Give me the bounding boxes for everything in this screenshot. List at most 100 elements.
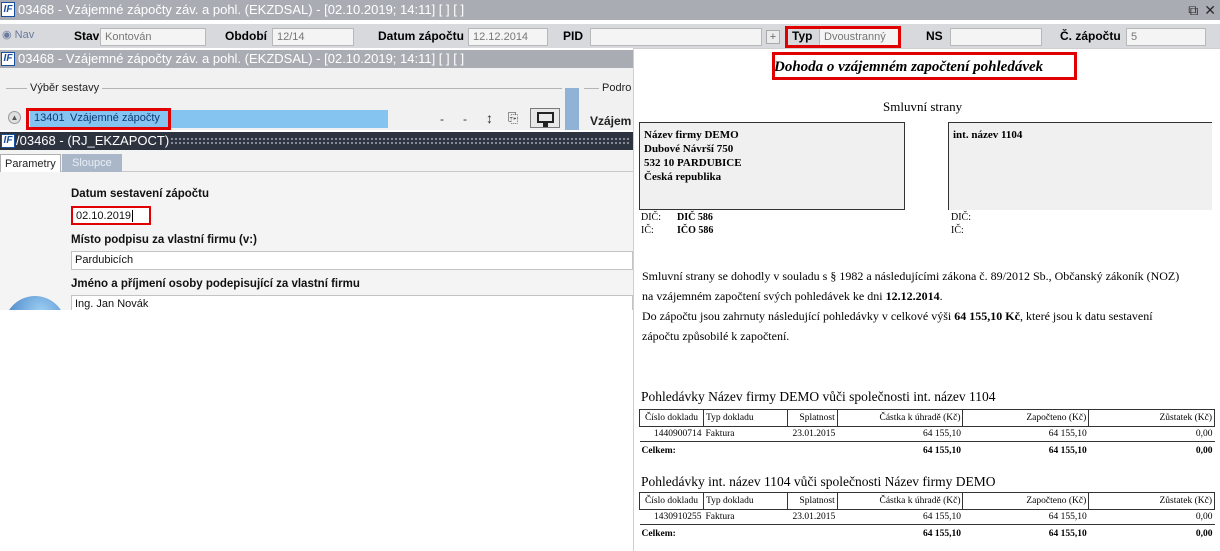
close-icon[interactable]: ✕ (1204, 2, 1216, 18)
date-input[interactable]: 02.10.2019 (71, 206, 151, 225)
report-logo-icon: IF (1, 134, 15, 148)
cell-zapocteno: 64 155,10 (1048, 512, 1087, 522)
report-window-title: /03468 - (RJ_EKZAPOCT) (16, 133, 170, 148)
cell-cislo: 1430910255 (653, 512, 702, 522)
preview-monitor-icon[interactable] (530, 108, 560, 128)
stav-field[interactable]: Kontován (100, 28, 206, 46)
empty-area (0, 310, 633, 551)
place-label: Místo podpisu za vlastní firmu (v:) (71, 234, 257, 246)
inner-window-titlebar: IF 03468 - Vzájemné zápočty záv. a pohl.… (0, 50, 633, 68)
party2-box: int. název 1104 (948, 122, 1212, 210)
party1-dic-value: DIČ 586 (677, 212, 713, 223)
document-preview: Dohoda o vzájemném započtení pohledávek … (633, 48, 1220, 551)
cell-zustatek: 0,00 (1195, 429, 1213, 439)
total-row: Celkem: 64 155,10 64 155,10 0,00 (639, 524, 1215, 543)
paragraph2-text-b: , které jsou k datu sestavení (1019, 309, 1153, 323)
nav-toggle[interactable]: ◉ Nav (2, 28, 34, 41)
cell-typ: Faktura (705, 429, 735, 439)
datum-zapoctu-label: Datum zápočtu (378, 29, 465, 43)
side-strip (565, 88, 579, 130)
collapse-up-icon[interactable]: ▲ (8, 111, 21, 124)
total-offset: 64 155,10 (962, 524, 1089, 543)
col-cislo-dokladu: Číslo dokladu (639, 409, 704, 427)
signer-label: Jméno a příjmení osoby podepisující za v… (71, 278, 360, 290)
agreement-paragraph: Smluvní strany se dohodly v souladu s § … (642, 266, 1212, 346)
paragraph1-line1: Smluvní strany se dohodly v souladu s § … (642, 269, 1180, 283)
paragraph1-text: na vzájemném započtení svých pohledávek … (642, 289, 886, 303)
col-splatnost: Splatnost (786, 409, 838, 427)
inner-window-title: 03468 - Vzájemné zápočty záv. a pohl. (E… (18, 51, 465, 66)
titlebar-dots (170, 137, 630, 145)
nav-label: Nav (14, 29, 35, 41)
date-label: Datum sestavení zápočtu (71, 188, 210, 200)
pid-field[interactable] (590, 28, 762, 46)
tb-dash-button[interactable]: - (440, 112, 444, 126)
col-castka: Částka k úhradě (Kč) (836, 409, 964, 427)
paragraph1-date: 12.12.2014 (885, 289, 940, 303)
total-label: Celkem: (639, 441, 704, 460)
col-castka: Částka k úhradě (Kč) (836, 492, 964, 510)
date-input-value: 02.10.2019 (76, 210, 132, 222)
obdobi-label: Období (225, 29, 267, 43)
party1-line1: Název firmy DEMO (644, 129, 739, 141)
col-zapocteno: Započteno (Kč) (962, 492, 1090, 510)
col-zapocteno: Započteno (Kč) (962, 409, 1090, 427)
tab-parametry[interactable]: Parametry (0, 154, 61, 172)
report-highlight-box (26, 108, 171, 130)
party1-line3: 532 10 PARDUBICE (644, 157, 742, 169)
window-titlebar: IF 03468 - Vzájemné zápočty záv. a pohl.… (0, 0, 1220, 20)
cell-zapocteno: 64 155,10 (1048, 429, 1087, 439)
party2-dic-label: DIČ: (951, 212, 971, 223)
party2-ic-row: IČ: (951, 225, 1051, 237)
party2-line1: int. název 1104 (953, 129, 1023, 141)
stav-label: Stav (74, 29, 100, 43)
paragraph1-end: . (939, 289, 943, 303)
table-header-row: Číslo dokladu Typ dokladu Splatnost Část… (639, 409, 1215, 427)
party2-ic-label: IČ: (951, 225, 964, 236)
obdobi-field[interactable]: 12/14 (272, 28, 354, 46)
party1-box: Název firmy DEMO Dubové Návrší 750 532 1… (639, 122, 905, 210)
paragraph1-line2: na vzájemném započtení svých pohledávek … (642, 286, 1212, 306)
cislo-zapoctu-field[interactable]: 5 (1126, 28, 1206, 46)
party1-ic-label: IČ: (641, 225, 654, 236)
paragraph2-text: Do zápočtu jsou zahrnuty následující poh… (642, 309, 955, 323)
cell-splatnost: 23.01.2015 (792, 429, 836, 439)
cell-cislo: 1440900714 (653, 429, 702, 439)
total-amount: 64 155,10 (837, 441, 963, 460)
col-typ-dokladu: Typ dokladu (702, 492, 788, 510)
restore-icon[interactable]: ⧉ (1188, 2, 1198, 18)
total-label: Celkem: (639, 524, 704, 543)
parameter-form: Datum sestavení zápočtu 02.10.2019 Místo… (0, 172, 633, 336)
report-window-titlebar: IF /03468 - (RJ_EKZAPOCT) (0, 132, 633, 150)
window-controls: ⧉ ✕ (1182, 0, 1216, 20)
radio-icon: ◉ (2, 29, 12, 41)
pid-label: PID (563, 29, 584, 43)
cislo-zapoctu-label: Č. zápočtu (1060, 29, 1121, 43)
section1-table: Číslo dokladu Typ dokladu Splatnost Část… (639, 409, 1215, 460)
typ-highlight-box (785, 26, 901, 48)
param-tabs: Parametry Sloupce (0, 150, 633, 172)
tab-sloupce[interactable]: Sloupce (62, 154, 122, 172)
col-zustatek: Zůstatek (Kč) (1088, 492, 1215, 510)
col-typ-dokladu: Typ dokladu (702, 409, 788, 427)
party2-dic-row: DIČ: (951, 212, 1051, 224)
pid-add-button[interactable]: + (766, 30, 780, 44)
datum-zapoctu-field[interactable]: 12.12.2014 (468, 28, 548, 46)
party1-ic-row: IČ: IČO 586 (641, 225, 841, 237)
inner-logo-icon: IF (1, 52, 15, 66)
app-logo-icon: IF (1, 2, 15, 17)
app-window: IF 03468 - Vzájemné zápočty záv. a pohl.… (0, 0, 1220, 551)
place-input[interactable]: Pardubicích (71, 251, 633, 270)
sort-arrows-icon[interactable]: ↕ (486, 110, 493, 126)
party1-line2: Dubové Návrší 750 (644, 143, 734, 155)
party1-dic-label: DIČ: (641, 212, 661, 223)
pdf-icon[interactable]: ⎘ (508, 110, 518, 126)
detail-side-label: Vzájem (587, 114, 635, 128)
window-title: 03468 - Vzájemné zápočty záv. a pohl. (E… (18, 2, 465, 17)
party1-line4: Česká republika (644, 171, 722, 183)
total-balance: 0,00 (1088, 524, 1215, 543)
paragraph2-amount: 64 155,10 Kč (954, 309, 1020, 323)
table-row: 1430910255 Faktura 23.01.2015 64 155,10 … (640, 510, 1215, 525)
tb-dash-button-2[interactable]: - (463, 112, 467, 126)
ns-field[interactable] (950, 28, 1042, 46)
